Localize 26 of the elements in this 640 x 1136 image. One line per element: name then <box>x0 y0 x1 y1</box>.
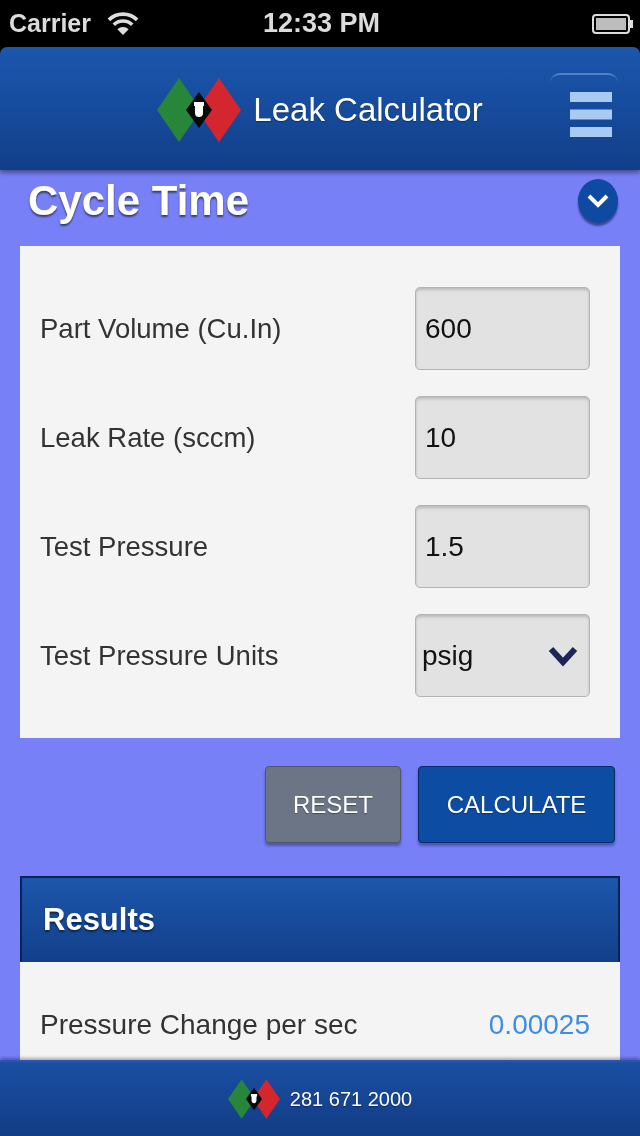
result-label: Pressure Change per sec <box>40 1009 358 1041</box>
app-title: Leak Calculator <box>253 90 483 129</box>
chevron-down-icon <box>548 644 578 667</box>
results-title: Results <box>43 902 155 938</box>
number-input-field[interactable]: 1.5 <box>415 505 590 588</box>
battery-icon <box>592 13 634 34</box>
chevron-down-icon <box>587 194 609 208</box>
phone-number: 281 671 2000 <box>289 1087 413 1111</box>
number-input-field[interactable]: 10 <box>415 396 590 479</box>
calculate-button[interactable]: CALCULATE <box>418 766 615 843</box>
logo-icon <box>157 77 242 142</box>
reset-button[interactable]: RESET <box>265 766 401 843</box>
number-input-field[interactable]: 600 <box>415 287 590 370</box>
field-label: Part Volume (Cu.In) <box>40 312 282 345</box>
clock-time: 12:33 PM <box>262 8 381 39</box>
menu-icon <box>570 92 612 137</box>
wifi-icon <box>107 11 139 36</box>
logo-icon <box>227 1078 280 1120</box>
collapse-button[interactable] <box>578 179 618 223</box>
field-label: Leak Rate (sccm) <box>40 421 256 454</box>
result-value: 0.00025 <box>488 1009 590 1041</box>
units-select[interactable]: psig <box>415 614 590 697</box>
field-label: Test Pressure Units <box>40 639 279 672</box>
carrier-name: Carrier <box>9 9 91 38</box>
field-label: Test Pressure <box>40 530 209 563</box>
section-title: Cycle Time <box>28 177 249 225</box>
